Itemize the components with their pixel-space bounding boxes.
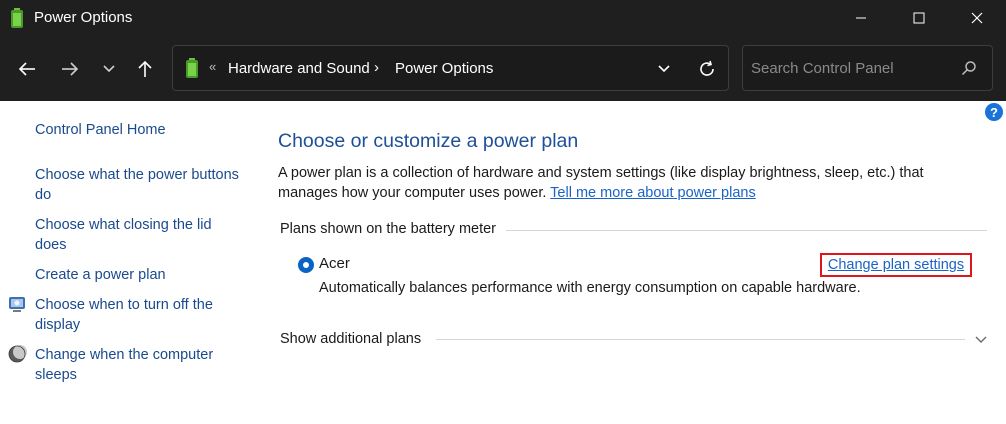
sidebar-item-closing-lid[interactable]: Choose what closing the lid does <box>35 215 240 255</box>
address-bar[interactable]: « Hardware and Sound › Power Options <box>172 45 729 91</box>
title-bar: Power Options <box>0 0 1006 36</box>
chevron-down-icon <box>975 336 987 343</box>
forward-button[interactable] <box>55 54 85 84</box>
sidebar-item-turn-off-display[interactable]: Choose when to turn off the display <box>35 295 240 335</box>
sidebar-item-computer-sleeps[interactable]: Change when the computer sleeps <box>35 345 240 385</box>
search-box[interactable] <box>742 45 993 91</box>
sidebar-item-control-panel-home[interactable]: Control Panel Home <box>35 120 240 140</box>
search-input[interactable] <box>751 57 951 79</box>
battery-icon <box>11 8 23 28</box>
page-description: A power plan is a collection of hardware… <box>278 163 978 203</box>
address-dropdown-button[interactable] <box>653 58 675 80</box>
plan-radio-button[interactable] <box>298 257 314 273</box>
recent-locations-button[interactable] <box>94 54 124 84</box>
sidebar-item-power-buttons[interactable]: Choose what the power buttons do <box>35 165 240 205</box>
minimize-icon <box>856 17 866 19</box>
up-arrow-icon <box>138 60 152 77</box>
navigation-bar: « Hardware and Sound › Power Options <box>0 36 1006 101</box>
moon-icon <box>8 345 27 363</box>
close-icon <box>971 12 983 24</box>
refresh-icon <box>700 60 714 76</box>
breadcrumb-hardware-and-sound[interactable]: Hardware and Sound <box>228 60 370 77</box>
back-arrow-icon <box>18 62 35 76</box>
search-icon[interactable] <box>959 58 979 78</box>
show-additional-plans-toggle[interactable]: Show additional plans <box>280 331 430 347</box>
section-heading: Plans shown on the battery meter <box>280 221 507 237</box>
close-button[interactable] <box>948 0 1006 36</box>
page-title: Choose or customize a power plan <box>278 130 579 152</box>
up-button[interactable] <box>130 54 160 84</box>
breadcrumb-separator[interactable]: › <box>374 59 379 76</box>
additional-plans-divider <box>436 339 965 340</box>
change-plan-settings-link[interactable]: Change plan settings <box>820 253 972 277</box>
radio-selected-dot <box>303 262 309 268</box>
maximize-icon <box>913 12 925 24</box>
battery-icon <box>186 58 198 78</box>
chevron-down-icon <box>658 65 670 73</box>
expand-chevron-button[interactable] <box>972 331 990 349</box>
breadcrumb-overflow[interactable]: « <box>209 59 216 74</box>
help-icon[interactable]: ? <box>985 103 1003 121</box>
sidebar-item-create-plan[interactable]: Create a power plan <box>35 265 240 285</box>
forward-arrow-icon <box>62 62 79 76</box>
back-button[interactable] <box>12 54 42 84</box>
learn-more-link[interactable]: Tell me more about power plans <box>550 185 756 201</box>
display-icon <box>9 297 25 312</box>
breadcrumb-power-options[interactable]: Power Options <box>395 60 493 77</box>
recent-locations-icon <box>103 65 115 73</box>
plan-description: Automatically balances performance with … <box>319 280 861 296</box>
refresh-button[interactable] <box>695 57 719 81</box>
section-divider <box>505 230 987 231</box>
plan-name[interactable]: Acer <box>319 255 350 272</box>
window-title: Power Options <box>34 9 133 26</box>
minimize-button[interactable] <box>832 0 890 36</box>
maximize-button[interactable] <box>890 0 948 36</box>
